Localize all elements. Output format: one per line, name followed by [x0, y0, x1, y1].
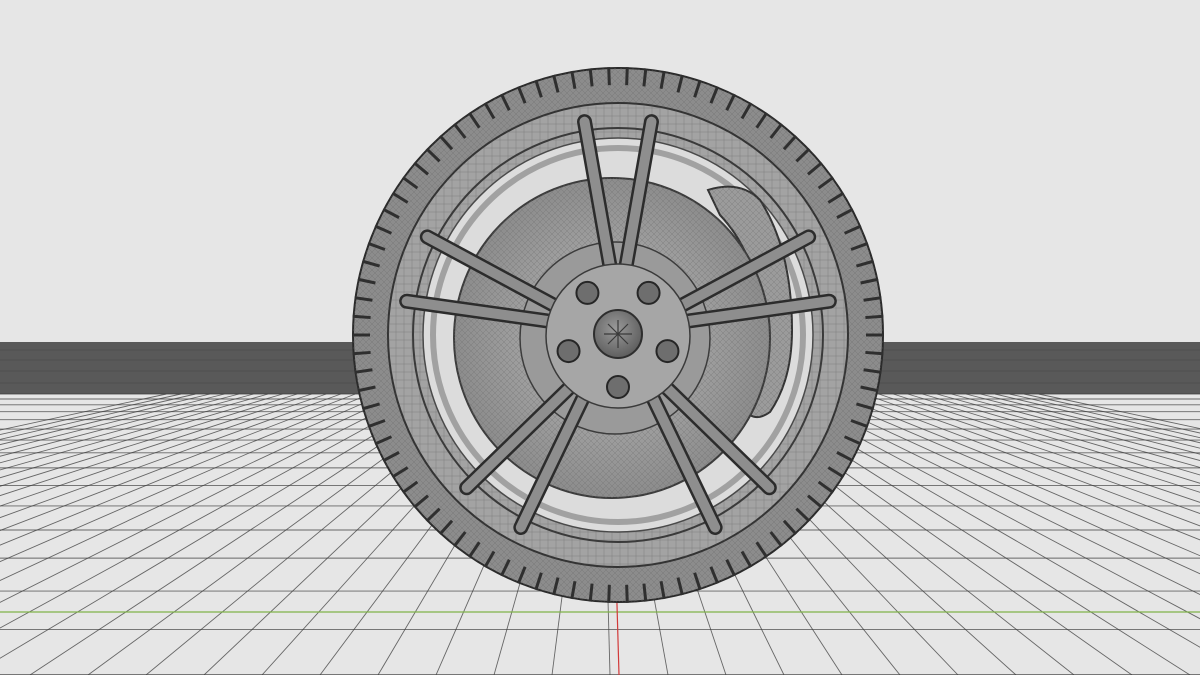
- viewport-scene[interactable]: [0, 0, 1200, 675]
- lug-nut[interactable]: [606, 375, 630, 399]
- grid-line: [0, 393, 254, 464]
- tread-block: [642, 583, 648, 602]
- tread-block: [607, 584, 611, 603]
- lug-nut[interactable]: [556, 339, 581, 364]
- grid-line: [0, 393, 298, 487]
- tread-block: [352, 350, 371, 356]
- tread-block: [865, 314, 884, 320]
- tread-block: [625, 584, 629, 603]
- tread-block: [642, 68, 648, 87]
- center-cap-logo: [604, 320, 632, 348]
- tread-block: [588, 68, 594, 87]
- grid-line: [951, 393, 1200, 461]
- grid-line: [0, 393, 356, 532]
- grid-line: [0, 393, 429, 629]
- grid-line: [965, 393, 1200, 455]
- lug-nut[interactable]: [575, 280, 600, 305]
- lug-nut[interactable]: [655, 339, 680, 364]
- grid-line: [0, 393, 327, 507]
- tread-block: [865, 350, 884, 356]
- tread-block: [607, 67, 611, 86]
- lug-nut[interactable]: [636, 280, 661, 305]
- tread-block: [625, 67, 629, 86]
- tread-block: [352, 314, 371, 320]
- grid-line: [0, 393, 211, 446]
- grid-line: [0, 393, 400, 582]
- grid-line: [980, 393, 1200, 449]
- grid-line: [834, 393, 1200, 541]
- grid-line: [907, 393, 1200, 484]
- tread-block: [588, 583, 594, 602]
- grid-line: [922, 393, 1200, 476]
- grid-line: [0, 393, 312, 497]
- wheel-model[interactable]: [352, 67, 884, 603]
- 3d-viewport[interactable]: [0, 0, 1200, 675]
